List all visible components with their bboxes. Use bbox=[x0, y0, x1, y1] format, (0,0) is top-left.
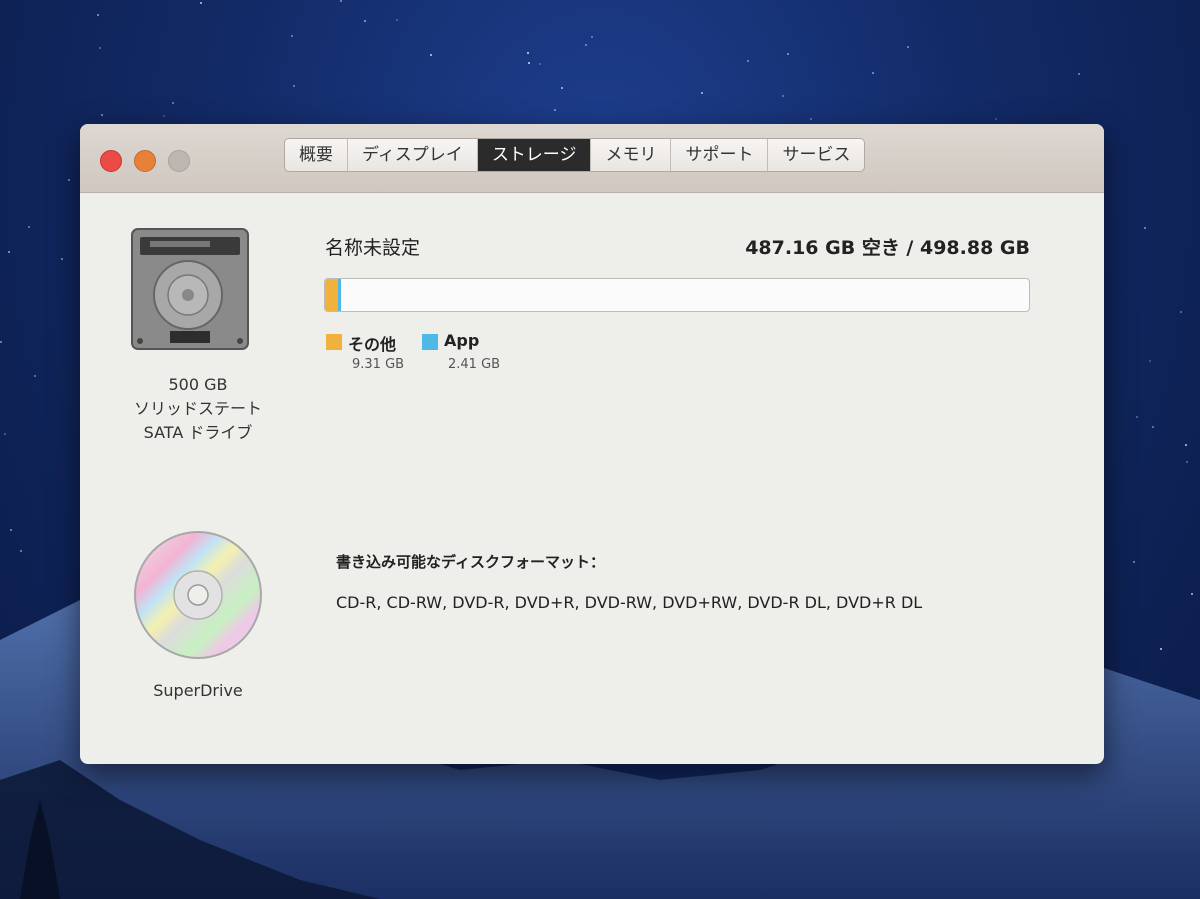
storage-drive-line-2: ソリッドステート bbox=[133, 399, 262, 418]
optical-disc-icon bbox=[134, 531, 262, 659]
tab-displays[interactable]: ディスプレイ bbox=[348, 139, 478, 171]
close-button[interactable] bbox=[100, 150, 122, 172]
storage-usage-bar bbox=[324, 278, 1030, 312]
writable-formats-list: CD-R, CD-RW, DVD-R, DVD+R, DVD-RW, DVD+R… bbox=[336, 593, 923, 612]
legend-size-app: 2.41 GB bbox=[448, 357, 501, 372]
optical-drive-label: SuperDrive bbox=[153, 681, 243, 700]
usage-segment-other bbox=[325, 279, 338, 311]
storage-pane: 500 GB ソリッドステート SATA ドライブ 名称未設定 487.16 G… bbox=[80, 193, 1104, 764]
drive-free-space: 487.16 GB 空き / 498.88 GB bbox=[745, 237, 1030, 259]
minimize-button[interactable] bbox=[134, 150, 156, 172]
legend-item-app: App 2.41 GB bbox=[422, 331, 522, 375]
tab-bar: 概要 ディスプレイ ストレージ メモリ サポート サービス bbox=[284, 138, 866, 172]
tab-support[interactable]: サポート bbox=[671, 139, 769, 171]
legend-name-other: その他 bbox=[348, 335, 397, 354]
window-titlebar: 概要 ディスプレイ ストレージ メモリ サポート サービス bbox=[80, 124, 1104, 193]
hard-drive-icon bbox=[131, 228, 249, 350]
writable-formats-title: 書き込み可能なディスクフォーマット： bbox=[336, 553, 605, 571]
legend-swatch-other bbox=[326, 334, 342, 350]
storage-drive-line-3: SATA ドライブ bbox=[143, 423, 253, 442]
zoom-button[interactable] bbox=[168, 150, 190, 172]
tab-overview[interactable]: 概要 bbox=[285, 139, 348, 171]
legend-item-other: その他 9.31 GB bbox=[326, 331, 416, 375]
legend-swatch-app bbox=[422, 334, 438, 350]
system-info-window: 概要 ディスプレイ ストレージ メモリ サポート サービス 500 GB ソリッ… bbox=[80, 124, 1104, 764]
tab-storage[interactable]: ストレージ bbox=[477, 139, 592, 171]
storage-drive-line-1: 500 GB bbox=[168, 375, 228, 394]
tab-memory[interactable]: メモリ bbox=[591, 139, 672, 171]
tab-service[interactable]: サービス bbox=[768, 139, 864, 171]
legend-size-other: 9.31 GB bbox=[352, 357, 405, 372]
drive-volume-name: 名称未設定 bbox=[325, 237, 421, 259]
legend-name-app: App bbox=[444, 331, 480, 350]
usage-segment-app bbox=[338, 279, 341, 311]
